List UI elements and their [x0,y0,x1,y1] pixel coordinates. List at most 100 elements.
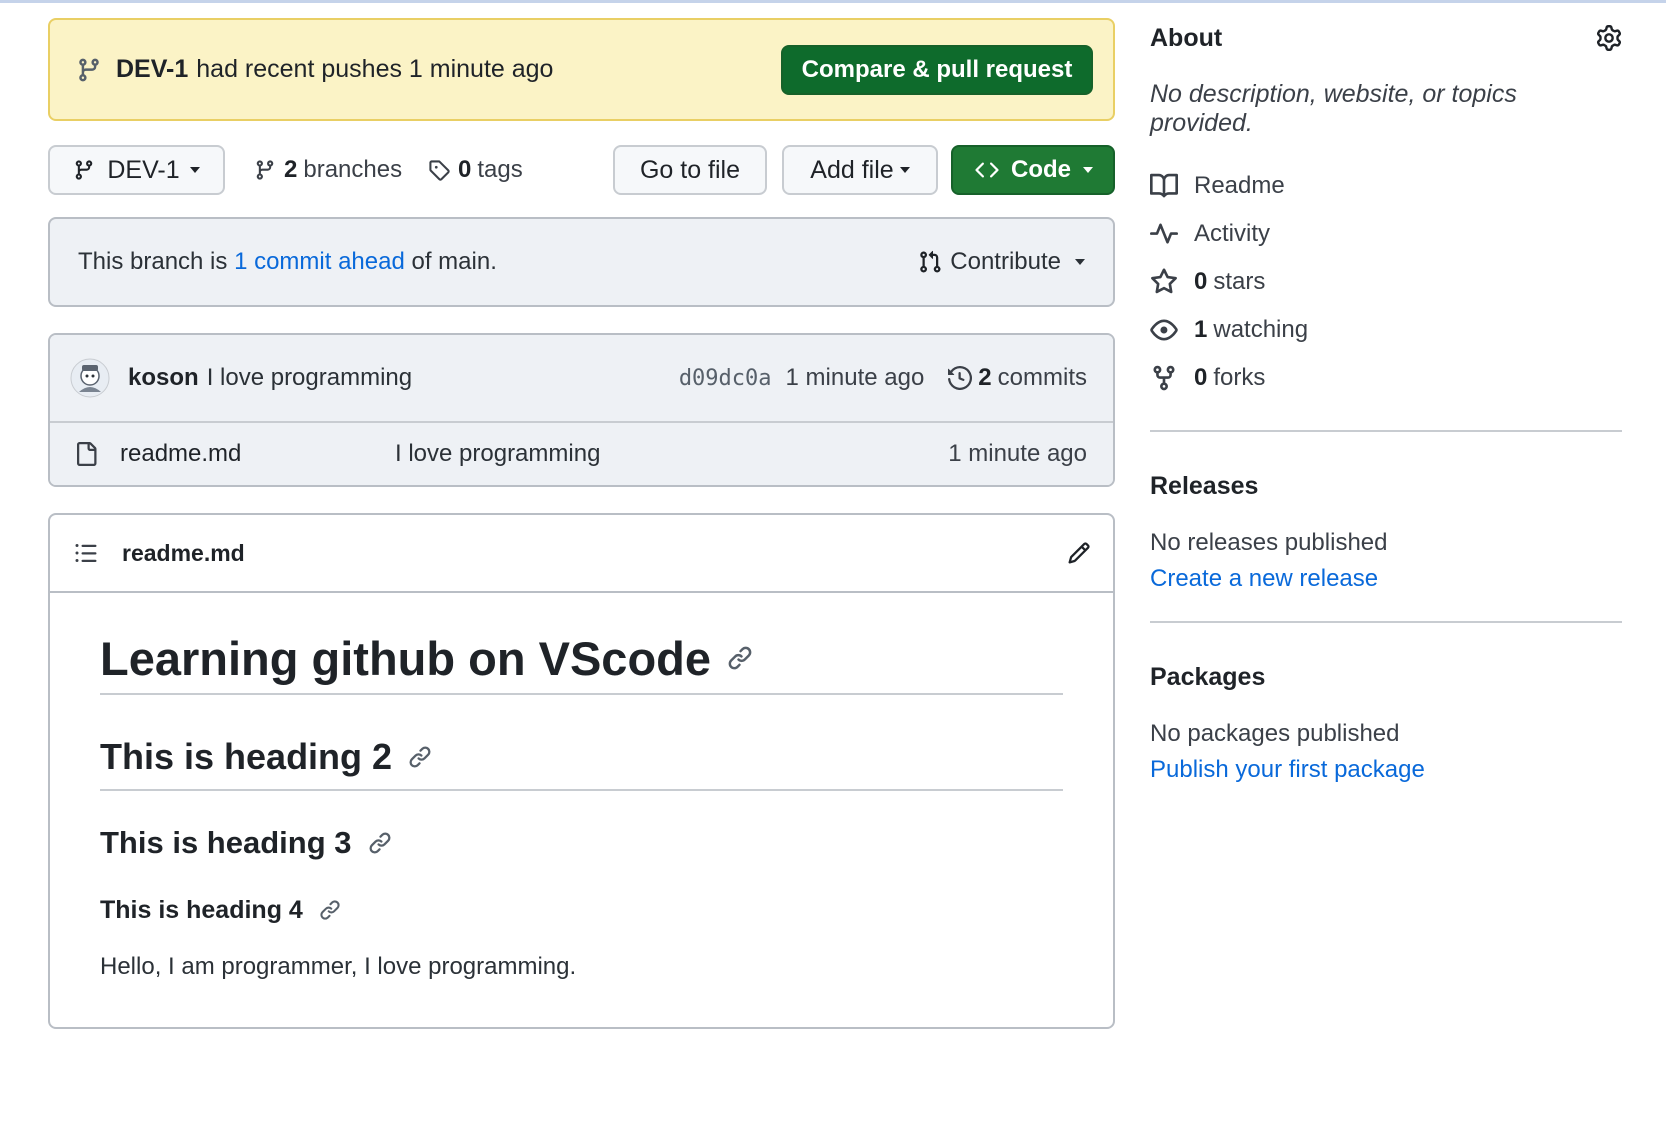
chevron-down-icon [899,167,910,173]
pencil-icon[interactable] [1067,541,1091,565]
sidebar-item-activity[interactable]: Activity [1150,210,1622,258]
readme-panel: readme.md Learning github on VScode This… [48,513,1115,1029]
book-icon [1150,173,1178,198]
repo-toolbar: DEV-1 2 branches 0 tags Go to file Add f… [48,145,1115,195]
readme-header: readme.md [50,515,1113,593]
commit-sha-link[interactable]: d09dc0a [679,366,772,391]
releases-title[interactable]: Releases [1150,472,1622,501]
commits-history-link[interactable]: 2 commits [948,364,1087,392]
readme-content: Learning github on VScode This is headin… [50,593,1113,1027]
add-file-button[interactable]: Add file [782,145,938,195]
commits-label: commits [997,364,1087,391]
fork-icon [1153,365,1175,391]
anchor-link-icon[interactable] [727,645,753,671]
readme-paragraph: Hello, I am programmer, I love programmi… [100,953,577,980]
star-icon [1151,268,1177,294]
stars-label: stars [1213,268,1266,295]
code-icon [975,162,999,178]
go-to-file-button[interactable]: Go to file [613,145,767,195]
branch-selector-button[interactable]: DEV-1 [48,145,225,195]
tag-icon [429,160,450,181]
watching-label: watching [1213,316,1309,343]
readme-heading-2: This is heading 2 [100,729,1063,791]
about-description: No description, website, or topics provi… [1150,80,1517,137]
activity-link-label: Activity [1194,220,1271,247]
contribute-label: Contribute [950,248,1061,275]
add-file-label: Add file [810,155,894,184]
file-time: 1 minute ago [948,440,1087,467]
releases-empty-text: No releases published [1150,529,1388,556]
anchor-link-icon[interactable] [368,831,392,855]
packages-section: Packages No packages published Publish y… [1150,663,1622,784]
recent-pushes-text: DEV-1 had recent pushes 1 minute ago [76,55,553,84]
commit-time: 1 minute ago [785,364,925,391]
chevron-down-icon [1083,167,1093,173]
anchor-link-icon[interactable] [408,745,432,769]
branch-icon [79,58,99,81]
about-title: About [1150,23,1223,52]
banner-branch-name[interactable]: DEV-1 [116,55,188,84]
sidebar-item-watching[interactable]: 1 watching [1150,306,1622,354]
sidebar-item-stars[interactable]: 0 stars [1150,258,1622,306]
tags-label: tags [477,156,523,183]
latest-commit-row: koson I love programming d09dc0a 1 minut… [50,335,1113,423]
repo-sidebar: About No description, website, or topics… [1150,20,1622,784]
eye-icon [1150,319,1178,341]
branches-count: 2 [284,156,298,183]
watching-count: 1 [1194,316,1208,343]
pulse-icon [1150,223,1178,244]
create-release-link[interactable]: Create a new release [1150,565,1622,593]
branch-status-prefix: This branch is [78,248,228,275]
commits-ahead-link[interactable]: 1 commit ahead [234,248,405,275]
compare-pull-request-button[interactable]: Compare & pull request [781,44,1093,95]
branch-selector-label: DEV-1 [107,155,180,184]
about-stats-list: Readme Activity 0 stars 1 watching 0 for… [1150,162,1622,402]
top-border [0,0,1666,3]
file-name-link[interactable]: readme.md [120,440,395,468]
tags-count: 0 [458,156,472,183]
readme-heading-2-text: This is heading 2 [100,736,393,777]
commit-message-link[interactable]: I love programming [207,364,412,392]
branches-link[interactable]: 2 branches [254,145,402,195]
list-outline-icon[interactable] [74,541,98,565]
branch-status-suffix: of main. [411,248,497,275]
branch-icon [76,160,93,180]
code-label: Code [1011,156,1071,183]
avatar[interactable] [70,358,110,398]
forks-count: 0 [1194,364,1208,391]
contribute-button[interactable]: Contribute [918,248,1085,276]
branch-icon [256,160,274,180]
commit-meta: d09dc0a 1 minute ago 2 commits [679,364,1087,392]
branch-status-text: This branch is 1 commit ahead of main. [78,248,497,276]
readme-heading-3-text: This is heading 3 [100,825,352,860]
readme-heading-3: This is heading 3 [100,821,1063,865]
anchor-link-icon[interactable] [319,899,341,921]
forks-label: forks [1213,364,1266,391]
readme-heading-1: Learning github on VScode [100,623,1063,695]
recent-pushes-banner: DEV-1 had recent pushes 1 minute ago Com… [48,18,1115,121]
stars-count: 0 [1194,268,1208,295]
branches-label: branches [303,156,403,183]
main-column: DEV-1 had recent pushes 1 minute ago Com… [48,18,1115,1029]
banner-message: had recent pushes 1 minute ago [196,55,554,83]
divider [1150,621,1622,623]
readme-filename-link[interactable]: readme.md [122,540,245,567]
gear-icon[interactable] [1596,25,1622,51]
publish-package-link[interactable]: Publish your first package [1150,756,1622,784]
sidebar-item-readme[interactable]: Readme [1150,162,1622,210]
readme-heading-4: This is heading 4 [100,893,1063,927]
file-table: koson I love programming d09dc0a 1 minut… [48,333,1115,487]
commit-author-link[interactable]: koson [128,364,199,392]
readme-link-label: Readme [1194,172,1285,199]
pull-request-icon [920,250,941,273]
packages-title[interactable]: Packages [1150,663,1622,692]
history-icon [948,366,973,390]
sidebar-item-forks[interactable]: 0 forks [1150,354,1622,402]
file-commit-message-link[interactable]: I love programming [395,440,600,468]
code-button[interactable]: Code [951,145,1115,195]
packages-empty-text: No packages published [1150,720,1400,747]
readme-heading-1-text: Learning github on VScode [100,631,711,685]
readme-heading-4-text: This is heading 4 [100,895,303,924]
chevron-down-icon [1075,259,1085,265]
tags-link[interactable]: 0 tags [428,145,523,195]
